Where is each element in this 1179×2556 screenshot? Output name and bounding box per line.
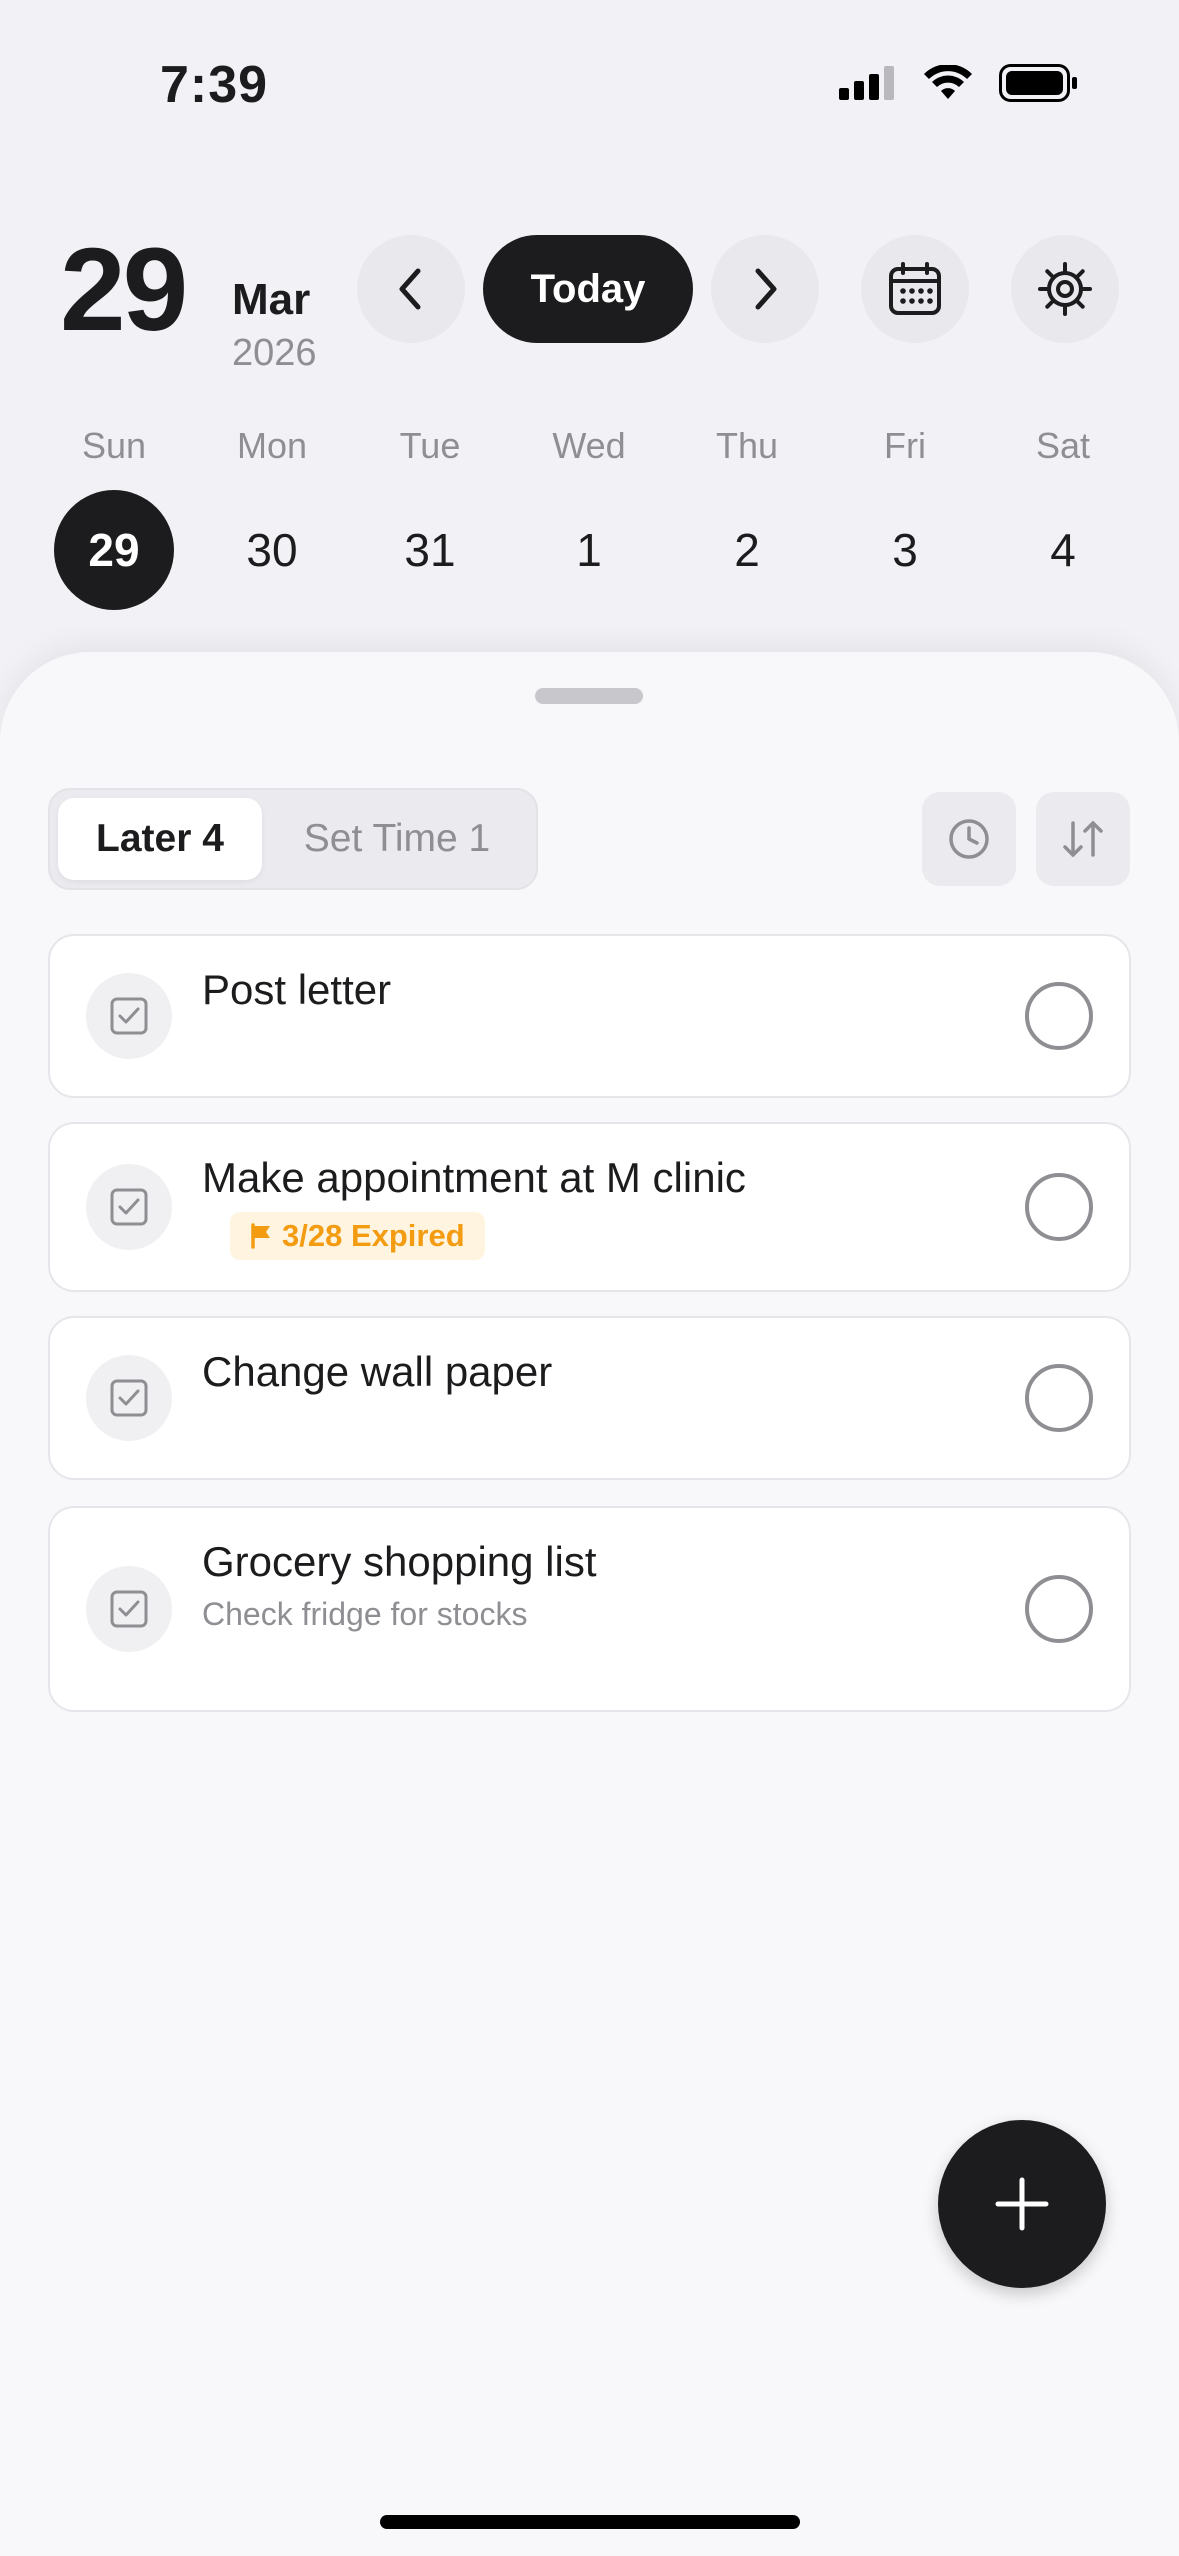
wifi-icon [924,65,972,99]
flag-icon [251,1223,270,1249]
task-item[interactable]: Grocery shopping list Check fridge for s… [48,1506,1131,1712]
weekday-label: Sun [81,425,147,466]
plus-icon [995,2177,1049,2231]
add-task-button[interactable] [938,2120,1106,2288]
calendar-button[interactable] [861,235,969,343]
task-complete-toggle[interactable] [1025,982,1093,1050]
calendar-icon [889,262,941,315]
home-indicator [380,2515,800,2529]
current-year: 2026 [232,332,317,374]
expired-badge-label: 3/28 Expired [282,1218,465,1253]
weekday-label: Thu [715,425,779,466]
weekday-label: Mon [236,425,308,466]
checkbox-icon [110,1188,148,1226]
tab-set-time[interactable]: Set Time 1 [274,798,520,880]
current-day-number: 29 [60,224,188,356]
chevron-right-icon [755,268,777,310]
task-complete-toggle[interactable] [1025,1364,1093,1432]
today-button[interactable]: Today [483,235,693,343]
task-type-button[interactable] [86,1164,172,1250]
task-complete-toggle[interactable] [1025,1575,1093,1643]
signal-icon [839,66,894,100]
date-cell-selected[interactable]: 29 [54,490,174,610]
task-item[interactable]: Change wall paper [48,1316,1131,1480]
expired-badge: 3/28 Expired [230,1212,485,1260]
sheet-grabber[interactable] [535,688,643,704]
date-cell[interactable]: 31 [370,490,490,610]
weekday-label: Wed [552,425,626,466]
date-cell[interactable]: 30 [212,490,332,610]
gear-icon [1038,262,1092,316]
time-button[interactable] [922,792,1016,886]
chevron-left-icon [399,268,421,310]
status-time: 7:39 [160,56,269,114]
task-title: Grocery shopping list [202,1538,597,1585]
date-cell[interactable]: 4 [1003,490,1123,610]
status-icons [839,64,1079,102]
next-button[interactable] [711,235,819,343]
checkbox-icon [110,1590,148,1628]
date-cell[interactable]: 1 [529,490,649,610]
current-month: Mar [232,275,311,324]
previous-button[interactable] [357,235,465,343]
sort-button[interactable] [1036,792,1130,886]
clock-icon [949,819,989,859]
task-type-button[interactable] [86,1566,172,1652]
weekday-label: Fri [884,425,926,466]
checkbox-icon [110,1379,148,1417]
task-filter-tabs: Later 4 Set Time 1 [48,788,538,890]
task-item[interactable]: Post letter [48,934,1131,1098]
status-bar: 7:39 [0,0,1179,170]
task-title: Post letter [202,966,392,1013]
task-complete-toggle[interactable] [1025,1173,1093,1241]
task-type-button[interactable] [86,1355,172,1441]
date-cell[interactable]: 3 [845,490,965,610]
weekday-label: Sat [1035,425,1091,466]
settings-button[interactable] [1011,235,1119,343]
task-type-button[interactable] [86,973,172,1059]
tab-later[interactable]: Later 4 [58,798,262,880]
task-item[interactable]: Make appointment at M clinic 3/28 Expire… [48,1122,1131,1292]
checkbox-icon [110,997,148,1035]
task-title: Make appointment at M clinic [202,1154,746,1201]
battery-icon [999,64,1077,102]
date-header: 29 Mar 2026 Today [0,215,1179,375]
sort-icon [1063,821,1103,857]
task-subtitle: Check fridge for stocks [202,1596,528,1632]
weekday-label: Tue [399,425,461,466]
task-title: Change wall paper [202,1348,553,1395]
date-cell[interactable]: 2 [687,490,807,610]
